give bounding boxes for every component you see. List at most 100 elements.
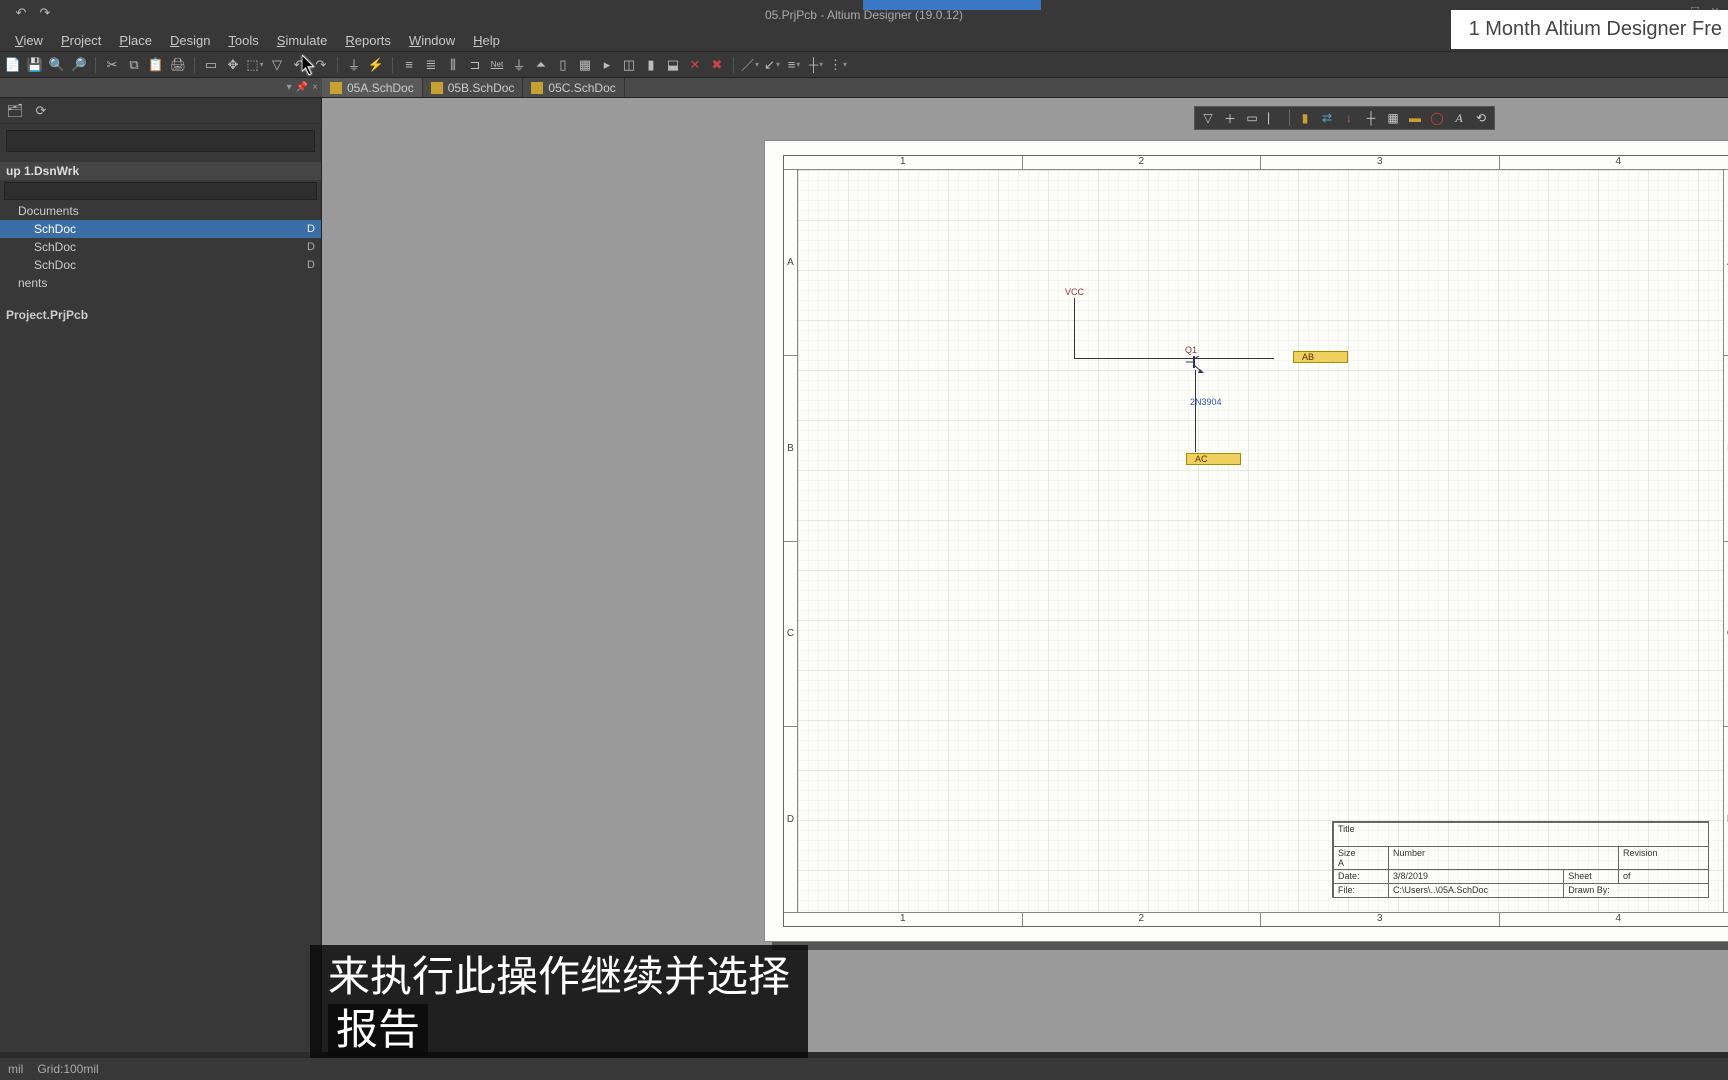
sheetentry-icon[interactable]: ▸ (598, 56, 616, 74)
main-toolbar: 📄 💾 🔍 🔎 ✂ ⧉ 📋 🖨 ▭ ✥ ⬚ ▽ ↶ ↷ ⏚ ⚡ ≡ ≣ ⫼ ⊐ … (0, 52, 1728, 78)
noerc2-icon[interactable]: ✖ (708, 56, 726, 74)
harness-icon[interactable]: ⫼ (444, 56, 462, 74)
bar1-icon[interactable]: ▮ (1296, 109, 1314, 127)
menu-view[interactable]: View (6, 30, 52, 51)
part-icon[interactable]: ▯ (554, 56, 572, 74)
device-icon[interactable]: ◫ (620, 56, 638, 74)
save-icon[interactable]: 💾 (26, 56, 44, 74)
refresh-icon[interactable]: ⟳ (32, 102, 50, 120)
power-icon[interactable]: ⏚ (345, 56, 363, 74)
tree-filter-row[interactable] (4, 182, 317, 200)
cut-icon[interactable]: ✂ (103, 56, 121, 74)
tab-05c[interactable]: 05C.SchDoc (523, 78, 624, 97)
print-icon[interactable]: 🖨 (169, 56, 187, 74)
comp-icon[interactable]: ▦ (1384, 109, 1402, 127)
panel-close-icon[interactable]: × (312, 82, 318, 93)
junc-icon[interactable]: ┼ (1362, 109, 1380, 127)
schematic-canvas[interactable]: ▽ ＋ ▭ ⎸ ▮ ⇄ ↓ ┼ ▦ ▬ ◯ A ⟲ 1234 (322, 98, 1728, 1052)
menu-window[interactable]: Window (400, 30, 464, 51)
separator (95, 57, 96, 73)
plus-icon[interactable]: ＋ (1221, 109, 1239, 127)
row-headers-right: ABCD (1723, 170, 1728, 912)
transistor-symbol[interactable] (1186, 356, 1206, 389)
clear-icon[interactable]: ⟲ (1472, 109, 1490, 127)
subtitle-line-2: 报告 (328, 1004, 428, 1057)
wire[interactable] (1195, 370, 1196, 452)
separator (392, 57, 393, 73)
line-style-icon[interactable]: ／ (741, 56, 759, 74)
search-input[interactable] (6, 130, 315, 152)
find-icon[interactable]: 🔎 (70, 56, 88, 74)
menu-simulate[interactable]: Simulate (268, 30, 337, 51)
projects-panel: 🗂 ⟳ up 1.DsnWrk Documents SchDocD SchDoc… (0, 98, 322, 1052)
sheet2-icon[interactable]: ▬ (1406, 109, 1424, 127)
paste-icon[interactable]: 📋 (147, 56, 165, 74)
tree-group[interactable]: up 1.DsnWrk (0, 162, 321, 180)
tree-node-schdoc-a[interactable]: SchDocD (0, 220, 321, 238)
bus-icon[interactable]: ≣ (422, 56, 440, 74)
harness2-icon[interactable]: ▮ (642, 56, 660, 74)
netlabel-icon[interactable]: Net (488, 56, 506, 74)
probe-icon[interactable]: ⚡ (367, 56, 385, 74)
select-icon[interactable]: ⬚ (246, 56, 264, 74)
menu-help[interactable]: Help (464, 30, 509, 51)
grid-v-icon[interactable]: ⋮ (829, 56, 847, 74)
align-icon[interactable]: ↙ (763, 56, 781, 74)
gnd-icon[interactable]: ⏚ (510, 56, 528, 74)
sel-rect-icon[interactable]: ▭ (1243, 109, 1261, 127)
part-value[interactable]: 2N3904 (1190, 397, 1222, 407)
menu-project[interactable]: Project (52, 30, 110, 51)
status-grid: Grid:100mil (37, 1062, 98, 1076)
panel-toolbar: 🗂 ⟳ (0, 98, 321, 124)
grid-h-icon[interactable]: ┼ (807, 56, 825, 74)
al-icon[interactable]: ⬓ (664, 56, 682, 74)
filter-icon[interactable]: ▽ (268, 56, 286, 74)
tree-node-nents[interactable]: nents (0, 274, 321, 292)
warn-icon[interactable]: ◯ (1428, 109, 1446, 127)
copy-icon[interactable]: ⧉ (125, 56, 143, 74)
zoom-icon[interactable]: 🔍 (48, 56, 66, 74)
rect-icon[interactable]: ▭ (202, 56, 220, 74)
trial-banner[interactable]: 1 Month Altium Designer Fre (1451, 10, 1728, 49)
distribute-icon[interactable]: ≡ (785, 56, 803, 74)
vcc-icon[interactable]: ⏶ (532, 56, 550, 74)
sheet: 1234 1234 ABCD ABCD (764, 140, 1728, 942)
menu-tools[interactable]: Tools (219, 30, 267, 51)
netlabel-ac[interactable]: AC (1186, 453, 1241, 465)
res-icon[interactable]: ⇄ (1318, 109, 1336, 127)
separator (733, 57, 734, 73)
panel-pin-icon[interactable]: 📌 (296, 82, 308, 93)
tree-node-documents[interactable]: Documents (0, 202, 321, 220)
menu-reports[interactable]: Reports (336, 30, 400, 51)
move-icon[interactable]: ✥ (224, 56, 242, 74)
sheet-icon[interactable]: ▦ (576, 56, 594, 74)
menu-place[interactable]: Place (110, 30, 161, 51)
text-icon[interactable]: A (1450, 109, 1468, 127)
wire[interactable] (1074, 298, 1075, 358)
redo-icon[interactable]: ↷ (36, 4, 54, 22)
tree-node-project[interactable]: Project.PrjPcb (0, 306, 321, 324)
panel-menu-icon[interactable]: ▾ (287, 82, 292, 93)
down-icon[interactable]: ↓ (1340, 109, 1358, 127)
netlabel-ab[interactable]: AB (1293, 351, 1348, 363)
drawing-area[interactable]: VCC Q1 2N3904 (798, 170, 1723, 912)
designator-q1[interactable]: Q1 (1185, 345, 1197, 355)
funnel-icon[interactable]: ▽ (1199, 109, 1217, 127)
power-port-vcc[interactable]: VCC (1065, 287, 1084, 297)
wire[interactable] (1074, 358, 1274, 359)
tab-05a[interactable]: 05A.SchDoc (322, 78, 423, 97)
open-icon[interactable]: 📄 (4, 56, 22, 74)
undo-icon[interactable]: ↶ (12, 4, 30, 22)
noerc-icon[interactable]: ✕ (686, 56, 704, 74)
tree-node-schdoc-b[interactable]: SchDocD (0, 238, 321, 256)
tree-node-schdoc-c[interactable]: SchDocD (0, 256, 321, 274)
tab-05b[interactable]: 05B.SchDoc (423, 78, 524, 97)
port-icon[interactable]: ⊐ (466, 56, 484, 74)
menu-design[interactable]: Design (161, 30, 219, 51)
project-icon[interactable]: 🗂 (6, 102, 24, 120)
align-left-icon[interactable]: ⎸ (1265, 109, 1283, 127)
schdoc-icon (531, 82, 543, 94)
separator (194, 57, 195, 73)
wire-icon[interactable]: ≡ (400, 56, 418, 74)
panel-controls: ▾ 📌 × (0, 78, 322, 97)
